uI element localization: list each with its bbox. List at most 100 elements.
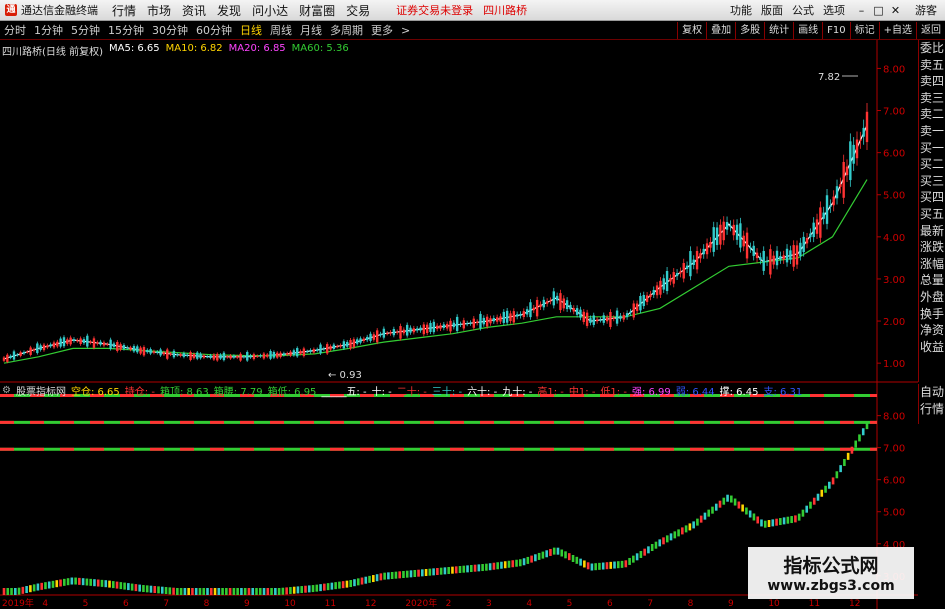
indicator-bar xyxy=(616,561,620,569)
menu-formula[interactable]: 公式 xyxy=(792,2,814,18)
candle-body xyxy=(505,310,509,323)
auto-label[interactable]: 自动 xyxy=(919,384,945,401)
period-5min[interactable]: 5分钟 xyxy=(71,22,100,38)
quote-panel-item[interactable]: 买五 xyxy=(919,206,945,223)
candle-body xyxy=(152,351,156,353)
candle-body xyxy=(592,315,595,325)
period-daily[interactable]: 日线 xyxy=(240,22,262,38)
indicator-bar xyxy=(405,570,409,578)
menu-trade[interactable]: 交易 xyxy=(346,2,370,19)
draw-line-button[interactable]: 画线 xyxy=(793,21,822,39)
menu-wealth[interactable]: 财富圈 xyxy=(299,2,335,19)
quote-panel-item[interactable]: 最新 xyxy=(919,223,945,240)
quote-panel-item[interactable]: 净资 xyxy=(919,322,945,339)
multi-stock-button[interactable]: 多股 xyxy=(735,21,764,39)
kline-chart[interactable]: 8.00 7.00 6.00 5.00 4.00 3.00 2.00 1.00 7.82 ← 0.… xyxy=(0,40,918,609)
mark-button[interactable]: 标记 xyxy=(849,21,879,39)
indicator-bar xyxy=(858,434,861,442)
quote-panel-item[interactable]: 卖五 xyxy=(919,57,945,74)
candle-body xyxy=(432,321,436,333)
stats-button[interactable]: 统计 xyxy=(764,21,793,39)
quote-panel-item[interactable]: 总量 xyxy=(919,272,945,289)
quote-panel-item[interactable]: 买二 xyxy=(919,156,945,173)
indicator-bar xyxy=(417,569,420,577)
quote-panel-item[interactable]: 涨幅 xyxy=(919,256,945,273)
candle-body xyxy=(659,280,662,295)
quote-panel-item[interactable]: 买一 xyxy=(919,140,945,157)
period-multi[interactable]: 多周期 xyxy=(330,22,363,38)
candle-body xyxy=(859,139,862,141)
indicator-bar xyxy=(782,517,786,525)
indicator-bar xyxy=(81,578,85,586)
menu-options[interactable]: 选项 xyxy=(823,2,845,18)
candle-body xyxy=(485,316,489,327)
quote-panel-item[interactable]: 委比 xyxy=(919,40,945,57)
candle-body xyxy=(669,278,672,282)
indicator-bar xyxy=(89,578,92,586)
indicator-settings-icon[interactable]: ⚙ xyxy=(2,385,11,396)
candle-body xyxy=(532,307,535,311)
period-monthly[interactable]: 月线 xyxy=(300,22,322,38)
candle-body xyxy=(59,338,62,347)
menu-quotes[interactable]: 行情 xyxy=(112,2,136,19)
quote-panel-item[interactable]: 买四 xyxy=(919,189,945,206)
period-1min[interactable]: 1分钟 xyxy=(34,22,63,38)
period-15min[interactable]: 15分钟 xyxy=(108,22,144,38)
period-more[interactable]: 更多 xyxy=(371,22,393,38)
quote-panel-item[interactable]: 收益 xyxy=(919,339,945,356)
candle-body xyxy=(9,355,12,358)
indicator-bar xyxy=(145,585,149,593)
add-watchlist-button[interactable]: +自选 xyxy=(878,21,916,39)
indicator-bar xyxy=(775,518,778,526)
quote-panel-item[interactable]: 卖一 xyxy=(919,123,945,140)
overlay-button[interactable]: 叠加 xyxy=(706,21,735,39)
candle-body xyxy=(565,300,569,310)
period-60min[interactable]: 60分钟 xyxy=(196,22,232,38)
login-status[interactable]: 证券交易未登录 xyxy=(396,2,473,18)
candle-body xyxy=(789,250,792,260)
quote-label[interactable]: 行情 xyxy=(919,401,945,418)
candle-body xyxy=(645,295,649,302)
menu-function[interactable]: 功能 xyxy=(730,2,752,18)
indicator-bar xyxy=(289,587,292,595)
quote-panel-item[interactable]: 买三 xyxy=(919,173,945,190)
maximize-icon[interactable]: □ xyxy=(871,4,886,17)
indicator-bar xyxy=(424,569,428,577)
chevron-right-icon[interactable]: > xyxy=(401,24,410,37)
x-axis-label: 11 xyxy=(325,599,336,609)
close-icon[interactable]: ✕ xyxy=(888,4,903,17)
indicator-bar xyxy=(364,576,368,584)
quote-panel-item[interactable]: 卖四 xyxy=(919,73,945,90)
indicator-bar xyxy=(632,555,635,563)
user-label[interactable]: 游客 xyxy=(915,2,937,18)
quote-panel-item[interactable]: 卖二 xyxy=(919,106,945,123)
quote-panel-item[interactable]: 涨跌 xyxy=(919,239,945,256)
indicator-name[interactable]: 股票指标网 xyxy=(16,383,66,398)
quote-panel-item[interactable]: 换手 xyxy=(919,306,945,323)
candle-body xyxy=(189,352,192,360)
back-button[interactable]: 返回 xyxy=(916,21,945,39)
menu-layout[interactable]: 版面 xyxy=(761,2,783,18)
f10-button[interactable]: F10 xyxy=(822,21,849,39)
period-weekly[interactable]: 周线 xyxy=(270,22,292,38)
menu-discover[interactable]: 发现 xyxy=(217,2,241,19)
quote-panel-item[interactable]: 外盘 xyxy=(919,289,945,306)
indicator-bar xyxy=(85,578,89,586)
period-timeshare[interactable]: 分时 xyxy=(4,22,26,38)
indicator-bar xyxy=(598,562,601,570)
adjust-button[interactable]: 复权 xyxy=(677,21,706,39)
candle-body xyxy=(755,252,759,259)
candle-body xyxy=(286,353,289,355)
period-30min[interactable]: 30分钟 xyxy=(152,22,188,38)
indicator-bar xyxy=(368,575,371,583)
indicator-bar xyxy=(236,588,239,595)
minimize-icon[interactable]: – xyxy=(854,4,869,17)
indicator-bar xyxy=(545,550,548,558)
indicator-legend-item: 低1: - xyxy=(600,386,627,398)
menu-news[interactable]: 资讯 xyxy=(182,2,206,19)
quote-panel-item[interactable]: 卖三 xyxy=(919,90,945,107)
menu-market[interactable]: 市场 xyxy=(147,2,171,19)
candle-body xyxy=(775,250,779,266)
x-axis-label: 3 xyxy=(486,599,492,609)
menu-xiaoda[interactable]: 问小达 xyxy=(252,2,288,19)
